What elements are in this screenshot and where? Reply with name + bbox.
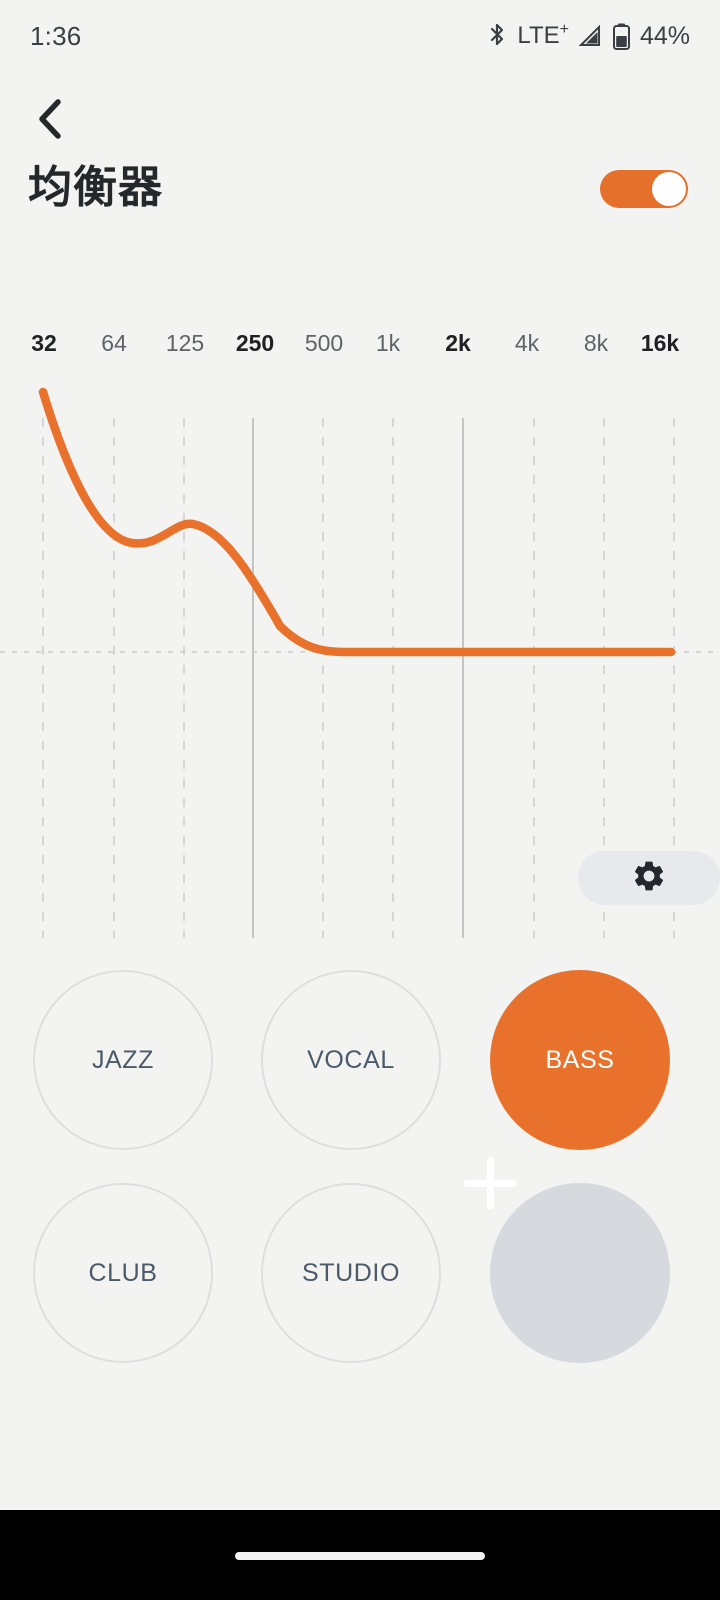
freq-tick-4k: 4k — [514, 330, 540, 356]
signal-triangle-icon — [578, 23, 604, 49]
status-bar: 1:36 LTE+ 44% — [0, 0, 720, 72]
freq-tick-16k: 16k — [640, 330, 680, 356]
bluetooth-icon — [486, 22, 508, 50]
equalizer-screen: 1:36 LTE+ 44% 均衡器 32 64 125 250 500 1k 2… — [0, 0, 720, 1600]
freq-tick-125: 125 — [165, 330, 205, 356]
preset-label: JAZZ — [91, 1045, 155, 1074]
eq-response-curve — [38, 387, 676, 657]
preset-club[interactable]: CLUB — [33, 1183, 213, 1363]
frequency-axis-labels: 32 64 125 250 500 1k 2k 4k 8k 16k — [0, 330, 720, 364]
preset-studio[interactable]: STUDIO — [261, 1183, 441, 1363]
freq-tick-8k: 8k — [583, 330, 609, 356]
back-chevron-icon — [34, 97, 68, 146]
preset-vocal[interactable]: VOCAL — [261, 970, 441, 1150]
preset-label: BASS — [545, 1045, 615, 1074]
status-time: 1:36 — [30, 20, 82, 51]
freq-tick-64: 64 — [101, 330, 127, 356]
preset-bass[interactable]: BASS — [490, 970, 670, 1150]
battery-icon — [612, 23, 630, 50]
equalizer-settings-button[interactable] — [578, 851, 720, 905]
back-button[interactable] — [22, 92, 80, 150]
freq-tick-32: 32 — [31, 330, 57, 356]
freq-tick-2k: 2k — [445, 330, 471, 356]
system-navigation-bar — [0, 1510, 720, 1600]
gear-icon — [631, 858, 667, 899]
toggle-knob — [652, 172, 686, 206]
page-title: 均衡器 — [28, 162, 163, 213]
battery-percent-label: 44% — [639, 21, 690, 50]
preset-jazz[interactable]: JAZZ — [33, 970, 213, 1150]
preset-label: VOCAL — [307, 1045, 395, 1074]
preset-grid: JAZZ VOCAL BASS CLUB STUDIO — [0, 960, 720, 1390]
equalizer-toggle[interactable] — [600, 170, 688, 208]
status-indicators: LTE+ 44% — [486, 20, 690, 51]
home-indicator[interactable] — [235, 1552, 485, 1560]
freq-tick-500: 500 — [304, 330, 344, 356]
add-preset-button[interactable] — [464, 1157, 670, 1363]
freq-tick-250: 250 — [235, 330, 275, 356]
chart-gridlines-vertical — [42, 418, 675, 938]
preset-label: STUDIO — [301, 1258, 401, 1287]
freq-tick-1k: 1k — [375, 330, 401, 356]
preset-label: CLUB — [88, 1258, 158, 1287]
network-type-label: LTE+ — [517, 20, 569, 49]
